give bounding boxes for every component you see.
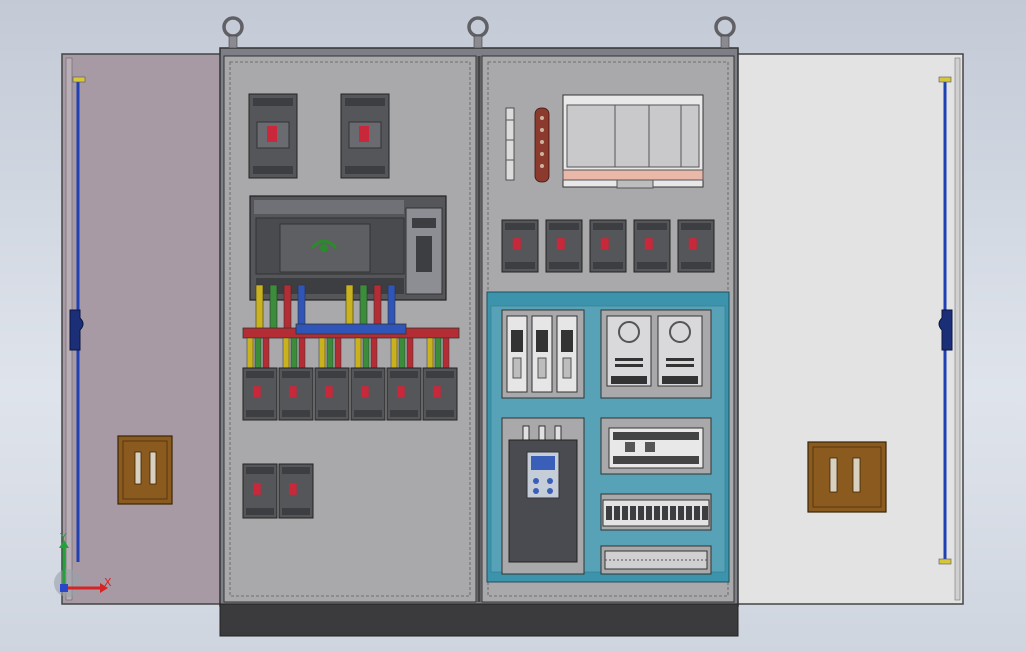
right-rod-foot xyxy=(938,558,952,565)
ground-bar xyxy=(534,107,550,183)
right-door-edge xyxy=(954,57,961,601)
terminal-strip-vertical xyxy=(505,107,515,181)
left-door[interactable] xyxy=(61,53,225,605)
fuse-holders[interactable] xyxy=(506,315,578,393)
right-breakers[interactable] xyxy=(501,219,715,273)
cad-viewport[interactable]: X Y xyxy=(0,0,1026,652)
branch-breaker[interactable] xyxy=(278,367,314,421)
y-axis-label: Y xyxy=(59,531,67,544)
plc-controller[interactable] xyxy=(249,195,447,301)
main-breaker[interactable] xyxy=(248,93,298,179)
fuse-holder[interactable] xyxy=(531,315,553,393)
contactor-block[interactable] xyxy=(562,94,704,189)
right-rod-cap xyxy=(938,76,952,83)
main-breaker[interactable] xyxy=(340,93,390,179)
power-supply[interactable] xyxy=(606,315,652,387)
fuse-holder[interactable] xyxy=(506,315,528,393)
cabinet-plinth xyxy=(219,603,739,637)
fuse-holder[interactable] xyxy=(556,315,578,393)
branch-breaker[interactable] xyxy=(350,367,386,421)
right-breaker[interactable] xyxy=(545,219,583,273)
right-breaker[interactable] xyxy=(589,219,627,273)
branch-breaker[interactable] xyxy=(314,367,350,421)
branch-breaker[interactable] xyxy=(386,367,422,421)
terminal-rail xyxy=(604,550,708,570)
right-door[interactable] xyxy=(734,53,964,605)
right-door-panel xyxy=(734,53,964,605)
right-breaker[interactable] xyxy=(677,219,715,273)
aux-breaker[interactable] xyxy=(278,463,314,519)
branch-breaker[interactable] xyxy=(422,367,458,421)
left-door-handle[interactable] xyxy=(117,435,173,505)
right-door-handle[interactable] xyxy=(807,441,887,513)
right-breaker[interactable] xyxy=(501,219,539,273)
relay-module[interactable] xyxy=(608,427,704,469)
aux-breaker[interactable] xyxy=(242,463,278,519)
left-door-panel xyxy=(61,53,225,605)
terminal-blocks xyxy=(602,499,710,527)
branch-breaker[interactable] xyxy=(242,367,278,421)
right-breaker[interactable] xyxy=(633,219,671,273)
vfd-drive[interactable] xyxy=(508,425,578,563)
power-supply[interactable] xyxy=(657,315,703,387)
x-axis-label: X xyxy=(104,576,112,589)
left-rod-cap xyxy=(72,76,86,83)
